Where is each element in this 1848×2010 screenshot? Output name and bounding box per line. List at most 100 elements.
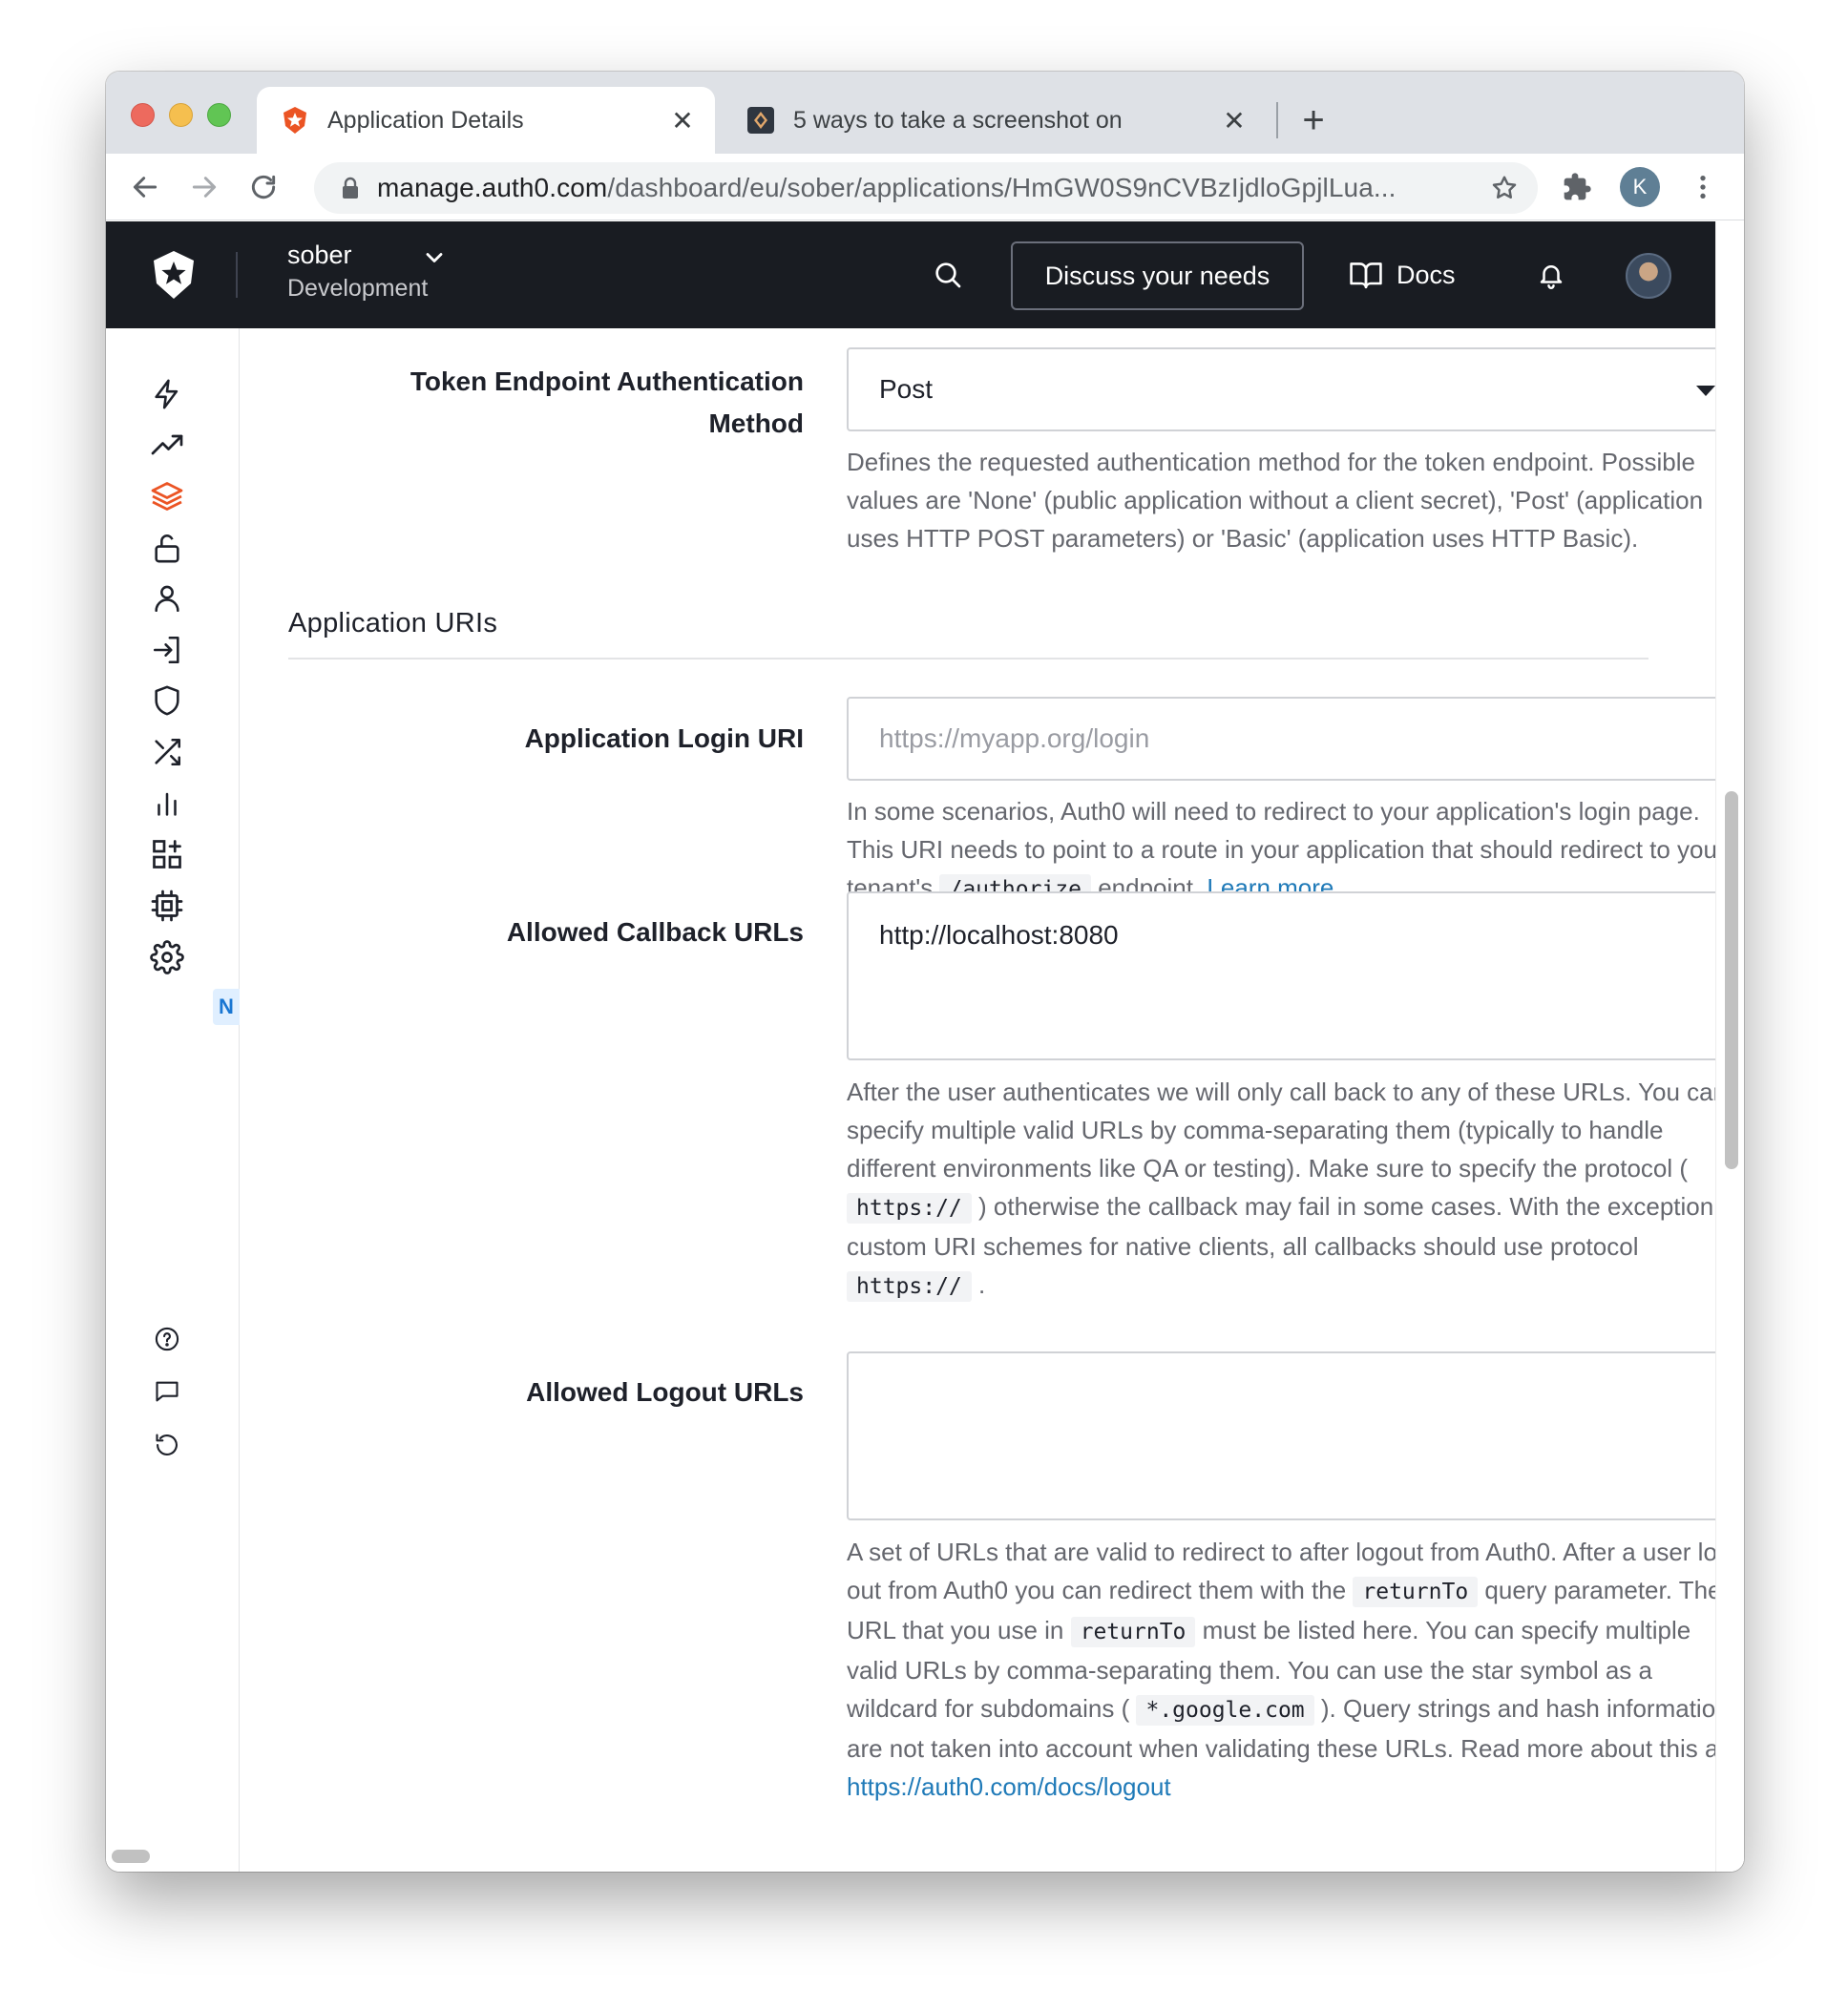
sidebar-help[interactable] <box>144 1316 190 1362</box>
search-icon <box>935 262 961 288</box>
history-icon <box>156 1434 178 1455</box>
user-icon <box>155 585 179 613</box>
auth0-favicon-icon <box>280 105 310 136</box>
back-button[interactable] <box>121 163 169 211</box>
login-uri-label: Application Login URI <box>524 723 804 753</box>
shield-icon <box>155 685 179 716</box>
tab-separator <box>1276 102 1278 138</box>
layers-icon <box>151 482 183 511</box>
discuss-needs-button[interactable]: Discuss your needs <box>1011 241 1304 310</box>
tenant-environment[interactable]: Development <box>287 275 428 303</box>
search-button[interactable] <box>925 252 971 298</box>
chevron-down-icon[interactable] <box>421 244 448 271</box>
sidebar-item-activity[interactable] <box>144 422 190 468</box>
inline-code: returnTo <box>1070 1617 1196 1647</box>
tab-title: Application Details <box>327 106 524 134</box>
inline-code: *.google.com <box>1136 1695 1314 1726</box>
callback-urls-textarea[interactable]: http://localhost:8080 <box>847 891 1715 1060</box>
inline-code: https:// <box>847 1271 972 1302</box>
minimize-window-button[interactable] <box>169 103 193 127</box>
token-method-value: Post <box>879 374 934 404</box>
browser-toolbar: manage.auth0.com/dashboard/eu/sober/appl… <box>106 154 1744 220</box>
message-icon <box>156 1381 178 1402</box>
sidebar-item-extensions[interactable] <box>144 883 190 929</box>
reload-button[interactable] <box>240 163 287 211</box>
grid-plus-icon <box>153 840 181 869</box>
logout-urls-label: Allowed Logout URLs <box>526 1377 804 1407</box>
sidebar-item-user-management[interactable] <box>144 576 190 621</box>
chip-icon <box>151 890 183 922</box>
user-avatar[interactable] <box>1626 253 1671 299</box>
help-text: After the user authenticates we will onl… <box>847 1078 1715 1183</box>
sidebar-item-settings[interactable] <box>144 934 190 980</box>
sidebar-item-actions[interactable] <box>144 729 190 775</box>
sidebar-history[interactable] <box>144 1422 190 1468</box>
close-window-button[interactable] <box>131 103 155 127</box>
address-bar[interactable]: manage.auth0.com/dashboard/eu/sober/appl… <box>314 162 1538 214</box>
horizontal-scrollbar[interactable] <box>112 1850 150 1863</box>
url-host: manage.auth0.com <box>377 173 608 202</box>
section-divider <box>288 658 1648 660</box>
lightning-icon <box>155 379 178 409</box>
gear-icon <box>150 940 184 974</box>
header-divider <box>236 252 238 298</box>
callback-urls-label: Allowed Callback URLs <box>506 917 804 947</box>
extensions-button[interactable] <box>1553 163 1601 211</box>
new-tab-button[interactable]: + <box>1290 96 1337 144</box>
tab-title: 5 ways to take a screenshot on <box>793 106 1123 134</box>
maximize-window-button[interactable] <box>207 103 231 127</box>
new-badge: N <box>213 989 240 1025</box>
bar-chart-icon <box>158 792 177 816</box>
tenant-name[interactable]: sober <box>287 241 352 270</box>
token-method-label: Token Endpoint Authentication Method <box>410 366 804 438</box>
help-text: ) otherwise the callback may fail in som… <box>847 1192 1715 1261</box>
browser-window: Application Details ✕ 5 ways to take a s… <box>106 72 1744 1872</box>
page-viewport: sober Development Discuss your needs Doc… <box>106 221 1744 1872</box>
inline-code: returnTo <box>1353 1577 1479 1607</box>
reload-icon <box>251 175 276 199</box>
auth0-logo-icon[interactable] <box>148 249 200 301</box>
arrow-right-icon <box>192 177 217 198</box>
lock-icon[interactable] <box>337 175 364 201</box>
token-method-help: Defines the requested authentication met… <box>847 448 1704 553</box>
sidebar-item-authentication[interactable] <box>144 525 190 571</box>
shuffle-icon <box>155 738 181 766</box>
login-uri-input[interactable] <box>847 697 1715 781</box>
sidebar-item-getting-started[interactable] <box>144 371 190 417</box>
docs-label: Docs <box>1396 260 1456 289</box>
sidebar-item-marketplace[interactable] <box>144 831 190 877</box>
callback-urls-help: After the user authenticates we will onl… <box>847 1073 1715 1306</box>
book-open-icon <box>1350 262 1382 289</box>
token-method-select[interactable]: Post <box>847 347 1715 431</box>
notifications-button[interactable] <box>1528 252 1574 298</box>
arrow-left-icon <box>133 177 158 198</box>
logout-docs-link[interactable]: https://auth0.com/docs/logout <box>847 1772 1171 1801</box>
app-header: sober Development Discuss your needs Doc… <box>106 221 1715 328</box>
url-path: /dashboard/eu/sober/applications/HmGW0S9… <box>607 173 1396 202</box>
article-favicon-icon <box>746 105 776 136</box>
vertical-scrollbar-thumb[interactable] <box>1725 791 1738 1169</box>
tab-screenshot-article[interactable]: 5 ways to take a screenshot on ✕ <box>728 87 1267 154</box>
help-circle-icon <box>155 1327 179 1351</box>
bell-icon <box>1540 265 1563 289</box>
trending-up-icon <box>151 434 183 455</box>
sidebar-item-security[interactable] <box>144 678 190 723</box>
section-title-application-uris: Application URIs <box>288 608 498 639</box>
sidebar-item-monitoring[interactable] <box>144 781 190 827</box>
profile-avatar[interactable]: K <box>1620 167 1660 207</box>
close-tab-icon[interactable]: ✕ <box>667 105 698 136</box>
sidebar-item-branding[interactable] <box>144 627 190 673</box>
docs-link[interactable]: Docs <box>1349 250 1456 300</box>
tab-application-details[interactable]: Application Details ✕ <box>257 87 715 154</box>
close-tab-icon[interactable]: ✕ <box>1219 105 1250 136</box>
unlock-icon <box>155 534 179 563</box>
sidebar-feedback[interactable] <box>144 1369 190 1414</box>
url-text[interactable]: manage.auth0.com/dashboard/eu/sober/appl… <box>377 173 1480 203</box>
more-vertical-icon <box>1700 176 1706 199</box>
bookmark-star-icon[interactable] <box>1480 164 1528 212</box>
logout-urls-textarea[interactable] <box>847 1351 1715 1520</box>
sidebar-nav: N <box>106 328 240 1872</box>
sidebar-item-applications[interactable] <box>144 473 190 519</box>
forward-button[interactable] <box>180 163 228 211</box>
browser-menu-button[interactable] <box>1679 163 1727 211</box>
